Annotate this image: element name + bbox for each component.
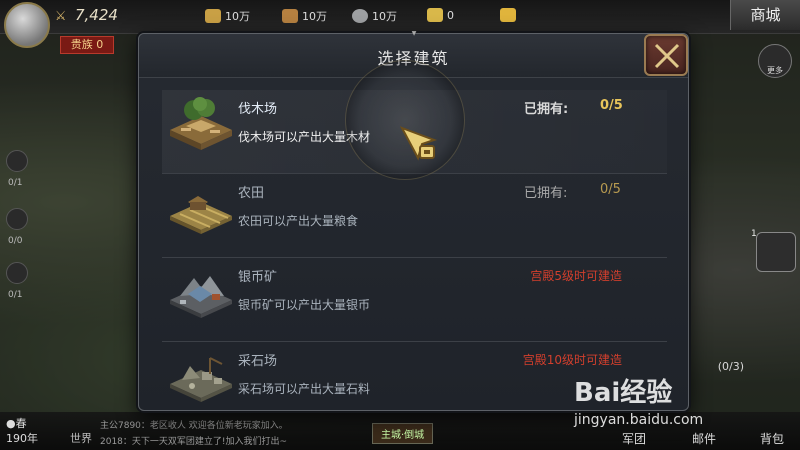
build-requirement: 宫殿10级时可建造 — [522, 353, 622, 367]
resource-value: 10万 — [225, 10, 250, 23]
world-chat-tab[interactable]: 世界 — [70, 430, 92, 446]
building-row-lumber-mill[interactable]: 伐木场 伐木场可以产出大量木材 已拥有: 0/5 — [162, 90, 667, 174]
side-counter: 0/1 — [8, 178, 23, 188]
silver-mine-icon — [170, 276, 232, 318]
top-bar: ⚔ 7,424 10万 10万 10万 0 商城 — [0, 0, 800, 34]
farm-icon — [170, 196, 232, 234]
side-army-icon[interactable] — [6, 208, 28, 230]
resource-gold[interactable] — [500, 8, 520, 22]
vip-badge[interactable]: 贵族 0 — [60, 36, 114, 54]
owned-count: 0/5 — [600, 182, 621, 197]
more-button[interactable]: 更多 — [758, 44, 792, 78]
dialog-title: 选择建筑 — [377, 49, 450, 68]
dialog-header: ▼ 选择建筑 — [139, 30, 688, 78]
city-switch-button[interactable]: 主城·倒城 — [372, 423, 434, 444]
select-building-dialog: ▼ 选择建筑 伐木场 伐木场可以产出大量木材 已拥有: 0/5 农田 农田可以产… — [138, 30, 689, 411]
build-requirement: 宫殿5级时可建造 — [530, 269, 622, 283]
chat-message: 2018：天下一天双军团建立了!加入我们打出~ — [100, 437, 288, 447]
watermark-logo: Bai经验 — [574, 378, 673, 408]
gold-icon — [500, 8, 516, 22]
side-counter: 0/1 — [8, 290, 23, 300]
season-icon: ● — [6, 417, 16, 430]
lumber-mill-icon — [170, 97, 232, 150]
building-row-silver-mine[interactable]: 银币矿 银币矿可以产出大量银币 宫殿5级时可建造 — [162, 258, 667, 342]
player-avatar[interactable] — [4, 2, 50, 48]
grain-icon — [427, 8, 443, 22]
title-ornament-icon: ▼ — [411, 30, 417, 37]
building-name: 采石场 — [238, 354, 278, 369]
building-description: 农田可以产出大量粮食 — [238, 214, 359, 228]
baidu-jingyan-watermark: Bai经验 jingyan.baidu.com — [574, 372, 754, 442]
quarry-icon — [170, 357, 232, 402]
owned-label: 已拥有: — [524, 102, 569, 117]
resource-value: 0 — [447, 8, 454, 22]
side-task-icon[interactable] — [6, 150, 28, 172]
log-icon — [282, 9, 298, 23]
resource-coin[interactable]: 10万 — [205, 8, 250, 24]
resource-silver[interactable]: 10万 — [352, 8, 397, 24]
resource-value: 10万 — [302, 10, 327, 23]
building-description: 银币矿可以产出大量银币 — [238, 298, 371, 312]
year-label: 190年 — [6, 432, 38, 445]
resource-value: 10万 — [372, 10, 397, 23]
resource-grain[interactable]: 0 — [427, 8, 454, 22]
building-name: 农田 — [238, 186, 265, 201]
resource-wood[interactable]: 10万 — [282, 8, 327, 24]
silver-icon — [352, 9, 368, 23]
owned-label: 已拥有: — [524, 186, 568, 201]
season-indicator: ●春 190年 — [6, 416, 50, 448]
watermark-url: jingyan.baidu.com — [574, 412, 704, 428]
building-name: 伐木场 — [238, 102, 278, 117]
close-icon — [654, 43, 680, 69]
power-value: 7,424 — [75, 6, 118, 24]
building-row-farm[interactable]: 农田 农田可以产出大量粮食 已拥有: 0/5 — [162, 174, 667, 258]
close-button[interactable] — [644, 34, 688, 76]
season-label: 春 — [15, 417, 27, 430]
side-scout-icon[interactable] — [6, 262, 28, 284]
power-display: ⚔ 7,424 — [56, 6, 118, 25]
shop-button[interactable]: 商城 — [730, 0, 800, 30]
building-name: 银币矿 — [238, 270, 278, 285]
power-icon: ⚔ — [56, 9, 66, 24]
side-counter: 0/0 — [8, 236, 23, 246]
coin-bag-icon — [205, 9, 221, 23]
right-badge-count: 1 — [751, 229, 757, 239]
building-description: 伐木场可以产出大量木材 — [238, 130, 371, 144]
right-quest-icon[interactable]: 1 — [751, 229, 796, 272]
building-description: 采石场可以产出大量石料 — [238, 382, 371, 396]
owned-count: 0/5 — [600, 98, 623, 113]
bag-button[interactable]: 背包 — [760, 430, 784, 447]
